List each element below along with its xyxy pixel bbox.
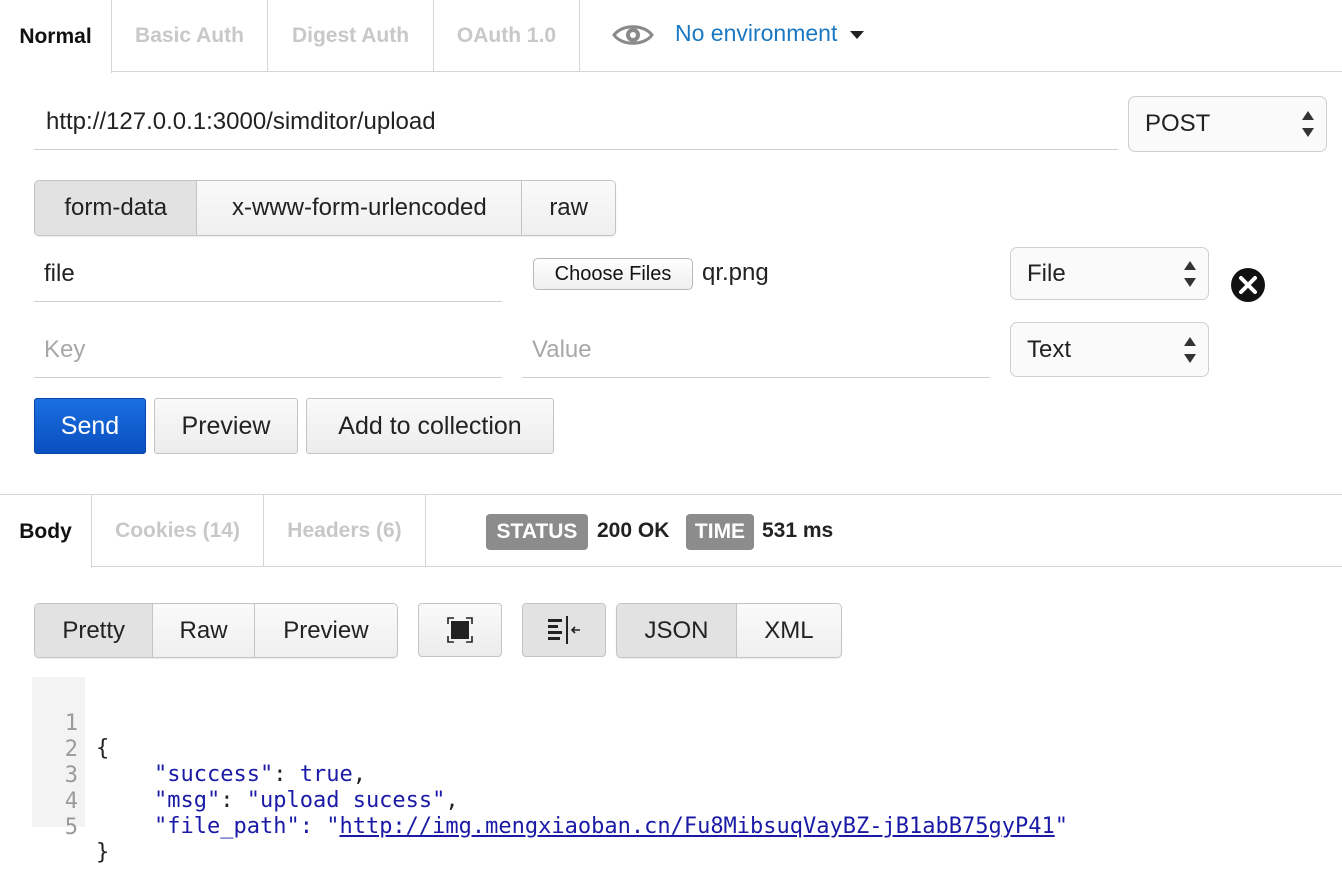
body-type-form-data[interactable]: form-data (35, 181, 198, 235)
time-value: 531 ms (762, 519, 834, 542)
tab-digest-auth[interactable]: Digest Auth (268, 0, 434, 72)
eye-icon[interactable] (612, 22, 654, 48)
json-separator: : (220, 788, 247, 813)
json-quote: " (1054, 814, 1068, 839)
fullscreen-icon (447, 617, 473, 643)
select-arrows-icon (1184, 336, 1196, 363)
form-type-value: Text (1027, 335, 1072, 363)
form-key-input[interactable] (34, 247, 502, 302)
form-type-select[interactable]: File (1010, 247, 1209, 300)
tab-cookies[interactable]: Cookies (14) (92, 495, 264, 567)
response-tabs: Body Cookies (14) Headers (6) (0, 495, 1342, 568)
json-separator: : (273, 762, 300, 787)
auth-tabs: Normal Basic Auth Digest Auth OAuth 1.0 (0, 0, 1342, 73)
remove-row-icon[interactable] (1230, 267, 1266, 303)
view-preview[interactable]: Preview (254, 604, 397, 657)
code-line: 3 "msg": "upload sucess", (32, 738, 459, 813)
line-number: 5 (64, 815, 78, 840)
chevron-down-icon[interactable] (850, 31, 864, 39)
body-type-raw[interactable]: raw (522, 181, 615, 235)
status-badge: STATUS (486, 514, 588, 550)
fullscreen-button[interactable] (418, 603, 502, 657)
status-value: 200 OK (597, 519, 670, 542)
wrap-lines-button[interactable] (522, 603, 606, 657)
json-value: "upload sucess" (246, 788, 446, 813)
tab-oauth[interactable]: OAuth 1.0 (434, 0, 580, 72)
format-json[interactable]: JSON (617, 604, 737, 657)
code-text: { (96, 736, 110, 761)
code-line: 2 "success": true, (32, 712, 366, 787)
url-input[interactable] (34, 95, 1118, 150)
tab-headers[interactable]: Headers (6) (264, 495, 426, 567)
json-key: "success" (154, 762, 274, 787)
file-path-link[interactable]: http://img.mengxiaoban.cn/Fu8MibsuqVayBZ… (339, 814, 1054, 839)
format-xml[interactable]: XML (736, 604, 841, 657)
body-type-urlencoded[interactable]: x-www-form-urlencoded (197, 181, 523, 235)
tab-normal[interactable]: Normal (0, 0, 112, 73)
form-value-input[interactable] (522, 323, 990, 378)
wrap-lines-icon (548, 616, 580, 644)
add-to-collection-button[interactable]: Add to collection (306, 398, 554, 454)
select-arrows-icon (1184, 260, 1196, 287)
view-pretty[interactable]: Pretty (35, 604, 154, 657)
response-body: 1 { 2 "success": true, 3 "msg": "upload … (32, 677, 1232, 865)
json-key: "msg" (154, 788, 221, 813)
body-type-group: form-data x-www-form-urlencoded raw (34, 180, 616, 236)
json-value: true (299, 762, 353, 787)
code-line: 1 { (32, 686, 110, 761)
tab-basic-auth[interactable]: Basic Auth (112, 0, 268, 72)
code-line: 5 } (32, 790, 110, 865)
send-button[interactable]: Send (34, 398, 146, 454)
selected-file-name: qr.png (702, 259, 769, 286)
format-group: JSON XML (616, 603, 842, 658)
method-select[interactable]: POST (1128, 96, 1327, 152)
tab-body[interactable]: Body (0, 495, 92, 568)
choose-files-button[interactable]: Choose Files (533, 258, 693, 290)
form-type-select[interactable]: Text (1010, 322, 1209, 377)
view-raw[interactable]: Raw (153, 604, 255, 657)
json-key: "file_path" (154, 814, 300, 839)
preview-button[interactable]: Preview (154, 398, 298, 454)
method-value: POST (1145, 110, 1211, 137)
time-badge: TIME (686, 514, 754, 550)
form-type-value: File (1027, 259, 1066, 287)
select-arrows-icon (1302, 111, 1314, 137)
view-mode-group: Pretty Raw Preview (34, 603, 398, 658)
environment-selector[interactable]: No environment (675, 20, 837, 47)
form-key-input[interactable] (34, 323, 502, 378)
json-comma: , (352, 762, 366, 787)
json-separator: : " (299, 814, 340, 839)
code-line: 4 "file_path": "http://img.mengxiaoban.c… (32, 764, 1068, 839)
code-text: } (96, 840, 110, 865)
json-comma: , (445, 788, 459, 813)
